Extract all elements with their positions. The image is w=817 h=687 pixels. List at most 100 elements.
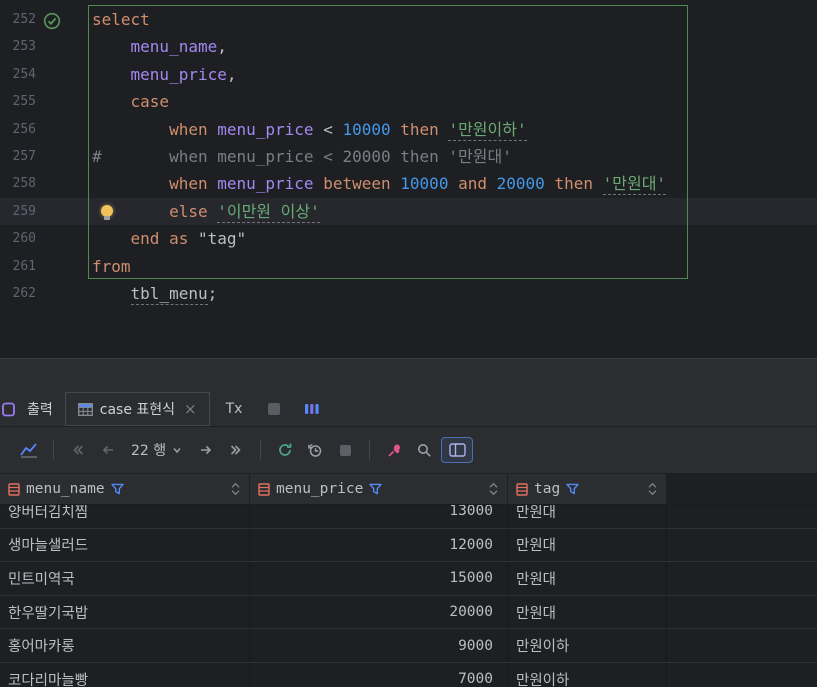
sql-token: ,: [217, 37, 227, 57]
cell-menu_name[interactable]: 코다리마늘빵: [0, 662, 250, 687]
next-page-icon[interactable]: [191, 436, 221, 464]
cell-tag[interactable]: 만원이하: [508, 662, 667, 687]
result-tab-bar: 출력 case 표현식 × Tx: [0, 392, 817, 427]
sort-icon[interactable]: [230, 482, 241, 496]
cell-tag[interactable]: 만원이하: [508, 629, 667, 662]
page-size-selector[interactable]: 22 행: [123, 440, 191, 460]
intention-bulb-icon[interactable]: [101, 204, 113, 220]
column-icon: [8, 482, 20, 496]
reload-icon[interactable]: [270, 436, 300, 464]
close-icon[interactable]: ×: [184, 400, 197, 418]
cell-menu_name[interactable]: 양버터김치찜: [0, 505, 250, 528]
tx-mode-label[interactable]: Tx: [226, 401, 243, 417]
editor-line[interactable]: 262 tbl_menu;: [0, 280, 817, 307]
cell-menu_name[interactable]: 민트미역국: [0, 562, 250, 595]
toolbar-separator: [369, 440, 371, 460]
sql-token: from: [92, 256, 131, 276]
editor-line[interactable]: 253 menu_name,: [0, 33, 817, 60]
cell-menu_price[interactable]: 20000: [250, 595, 508, 629]
cell-tag[interactable]: 만원대: [508, 562, 667, 595]
editor-line[interactable]: 254 menu_price,: [0, 61, 817, 88]
column-header-menu_price[interactable]: menu_price: [250, 474, 508, 504]
line-number: 254: [12, 66, 36, 82]
tab-result[interactable]: case 표현식 ×: [64, 392, 210, 426]
sort-icon[interactable]: [647, 482, 658, 496]
filter-icon[interactable]: [369, 483, 383, 495]
gutter-icon-slot: [36, 198, 92, 225]
view-settings-icon[interactable]: [441, 437, 474, 463]
column-header-menu_name[interactable]: menu_name: [0, 474, 250, 504]
grid-icon: [77, 402, 93, 416]
editor-line[interactable]: 257 # when menu_price < 20000 then '만원대': [0, 143, 817, 170]
cell-menu_price[interactable]: 12000: [250, 528, 508, 562]
ide-root: 252 select 253 menu_name, 254 menu_price, 25…: [0, 0, 817, 687]
cell-menu_price[interactable]: 7000: [250, 662, 508, 687]
gutter-icon-slot: [36, 253, 92, 280]
first-page-icon[interactable]: [63, 436, 93, 464]
table-row: 생마늘샐러드 12000 만원대: [0, 528, 817, 563]
code-text: menu_price,: [92, 61, 237, 88]
filter-icon[interactable]: [566, 483, 579, 495]
editor-line[interactable]: 252 select: [0, 6, 817, 33]
previous-page-icon[interactable]: [93, 436, 123, 464]
editor-line[interactable]: 255 case: [0, 88, 817, 115]
gutter-icon-slot: [36, 116, 92, 143]
pin-tab-icon[interactable]: [379, 436, 409, 464]
console-icon[interactable]: [2, 401, 15, 418]
sql-token: then: [554, 174, 593, 194]
code-text: select: [92, 6, 150, 33]
sql-token: as: [169, 229, 189, 249]
editor-line[interactable]: 261 from: [0, 253, 817, 280]
tab-output-label: 출력: [27, 402, 53, 418]
column-name: menu_name: [26, 481, 105, 497]
editor-line[interactable]: 256 when menu_price < 10000 then '만원이하': [0, 116, 817, 143]
show-chart-icon[interactable]: [14, 436, 44, 464]
sql-token: menu_price: [130, 64, 227, 84]
sql-token: # when menu_price < 20000 then '만원대': [92, 146, 512, 166]
cell-tag[interactable]: 만원대: [508, 595, 667, 629]
column-header-tag[interactable]: tag: [508, 474, 667, 504]
run-success-icon[interactable]: [43, 11, 61, 29]
sort-icon[interactable]: [488, 482, 499, 496]
code-text: # when menu_price < 20000 then '만원대': [92, 143, 512, 170]
cell-menu_price[interactable]: 9000: [250, 629, 508, 662]
sql-token: then: [400, 119, 439, 139]
sql-token: '만원대': [602, 174, 667, 196]
stop-icon[interactable]: [330, 436, 360, 464]
stop-square-icon[interactable]: [268, 403, 281, 415]
cell-menu_price[interactable]: 15000: [250, 562, 508, 595]
tool-window-spacer: [0, 358, 817, 392]
sql-token: end: [130, 229, 160, 249]
grid-header: menu_name menu_price tag: [0, 474, 817, 505]
cell-menu_name[interactable]: 한우딸기국밥: [0, 595, 250, 629]
sql-token: case: [130, 92, 170, 112]
grid-body[interactable]: 양버터김치찜 13000 만원대 생마늘샐러드 12000 만원대 민트미역국 15000 만원…: [0, 505, 817, 687]
line-number: 259: [12, 203, 36, 219]
sql-token: and: [458, 174, 487, 194]
columns-icon[interactable]: [304, 402, 320, 416]
cell-tag[interactable]: 만원대: [508, 528, 667, 562]
last-page-icon[interactable]: [221, 436, 251, 464]
editor-line[interactable]: 260 end as "tag": [0, 225, 817, 252]
search-icon[interactable]: [409, 436, 439, 464]
cell-menu_name[interactable]: 홍어마카롱: [0, 629, 250, 662]
cell-menu_name[interactable]: 생마늘샐러드: [0, 528, 250, 562]
editor-line[interactable]: 258 when menu_price between 10000 and 20…: [0, 170, 817, 197]
gutter-icon-slot: [36, 33, 92, 60]
refresh-history-icon[interactable]: [300, 436, 330, 464]
tab-output[interactable]: 출력: [15, 392, 65, 426]
cell-menu_price[interactable]: 13000: [250, 505, 508, 528]
filter-icon[interactable]: [110, 483, 124, 495]
cell-tag[interactable]: 만원대: [508, 505, 667, 528]
sql-token: 10000: [342, 119, 391, 139]
sql-editor[interactable]: 252 select 253 menu_name, 254 menu_price, 25…: [0, 0, 817, 358]
editor-line[interactable]: 259 else '이만원 이상': [0, 197, 817, 226]
